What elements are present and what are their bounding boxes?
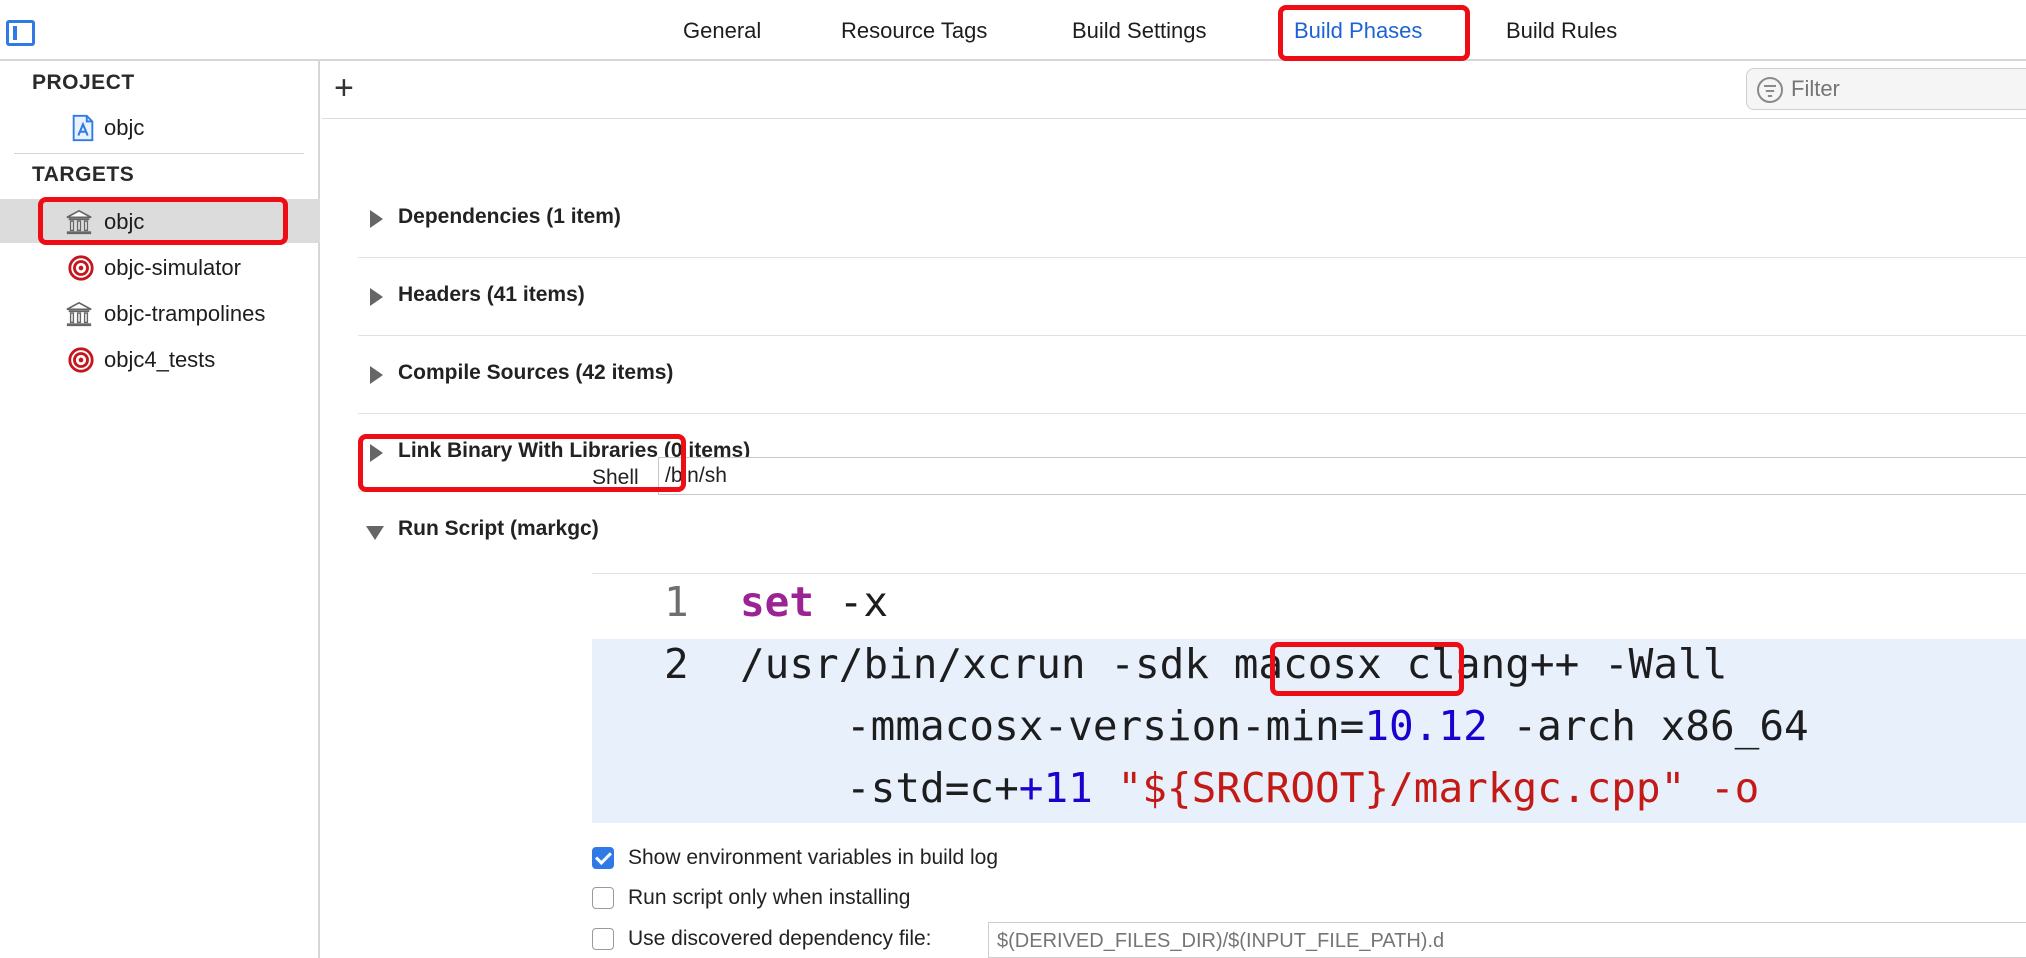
disclosure-triangle-icon[interactable] [370, 366, 383, 384]
code-string: " -o [1660, 764, 1760, 812]
sidebar-divider [14, 153, 304, 154]
code-text: -std=c+ [846, 764, 1019, 812]
code-number: +11 [1018, 764, 1093, 812]
phase-run-script[interactable]: Run Script (markgc) [358, 492, 2026, 570]
phases-toolbar: + [322, 61, 2026, 119]
code-text: -x [814, 578, 889, 626]
project-file-icon [72, 114, 94, 142]
project-section-header: PROJECT [32, 71, 135, 94]
phase-title: Dependencies (1 item) [398, 205, 621, 228]
disclosure-triangle-icon[interactable] [370, 210, 383, 228]
line-number: 2 [664, 640, 689, 688]
code-keyword: set [740, 578, 815, 626]
filter-icon [1757, 77, 1783, 103]
code-text: /usr/bin/xcrun -sdk [740, 640, 1234, 688]
disclosure-triangle-icon[interactable] [370, 288, 383, 306]
line-number: 1 [664, 578, 689, 626]
disclosure-triangle-icon[interactable] [370, 444, 383, 462]
sidebar-item-label: objc-simulator [104, 255, 241, 280]
tab-build-rules[interactable]: Build Rules [1506, 0, 1617, 61]
dependency-file-field[interactable] [988, 922, 2026, 958]
add-phase-button[interactable]: + [334, 69, 354, 108]
filter-field[interactable] [1746, 68, 2026, 110]
dependency-file-input[interactable] [997, 929, 1697, 953]
sidebar-item-label: objc4_tests [104, 347, 216, 372]
targets-section-header: TARGETS [32, 163, 135, 186]
checkbox-label: Show environment variables in build log [628, 846, 999, 869]
sidebar-item-label: objc-trampolines [104, 301, 266, 326]
dependency-file-checkbox[interactable] [592, 928, 614, 950]
shell-label: Shell [592, 466, 639, 489]
filter-input[interactable] [1791, 75, 2026, 103]
code-text: -arch x86_64 [1487, 702, 1809, 750]
code-string: /markgc.cpp [1389, 764, 1661, 812]
script-editor[interactable]: 1 set -x 2 /usr/bin/xcrun -sdk macosx cl… [592, 573, 2026, 823]
checkbox-label: Use discovered dependency file: [628, 927, 932, 950]
target-icon [68, 255, 94, 281]
phase-title: Headers (41 items) [398, 283, 585, 306]
code-string: "${SRCROOT} [1092, 764, 1390, 812]
phase-compile-sources[interactable]: Compile Sources (42 items) [358, 336, 2026, 414]
disclosure-triangle-expanded-icon[interactable] [366, 526, 384, 540]
build-phases-editor: + Dependencies (1 item) Headers (41 item… [322, 61, 2026, 958]
tab-general[interactable]: General [683, 0, 761, 61]
shell-input[interactable] [665, 463, 1265, 489]
sidebar-item-target-objc4-tests[interactable]: objc4_tests [0, 337, 320, 381]
checkbox-label: Run script only when installing [628, 886, 911, 909]
code-line-2-wrap-2: -std=c++11 "${SRCROOT}/markgc.cpp" -o [846, 764, 1759, 812]
sidebar-item-target-objc-simulator[interactable]: objc-simulator [0, 245, 320, 289]
code-line-2: /usr/bin/xcrun -sdk macosx clang++ -Wall [740, 640, 1727, 688]
code-line-1: set -x [740, 578, 888, 626]
library-icon [66, 301, 92, 327]
sidebar-item-target-objc[interactable]: objc [0, 199, 320, 243]
code-line-2-wrap-1: -mmacosx-version-min=10.12 -arch x86_64 [846, 702, 1809, 750]
run-only-installing-checkbox[interactable] [592, 887, 614, 909]
shell-field[interactable] [658, 457, 2026, 495]
code-text: -mmacosx-version-min= [846, 702, 1365, 750]
target-icon [68, 347, 94, 373]
sidebar-toggle-icon[interactable] [6, 20, 35, 46]
library-icon [66, 209, 92, 235]
tab-build-phases[interactable]: Build Phases [1294, 0, 1422, 61]
tab-build-settings[interactable]: Build Settings [1072, 0, 1207, 61]
show-env-vars-checkbox[interactable] [592, 847, 614, 869]
sidebar-item-label: objc [104, 115, 145, 140]
phase-dependencies[interactable]: Dependencies (1 item) [358, 180, 2026, 258]
tab-resource-tags[interactable]: Resource Tags [841, 0, 987, 61]
sidebar-item-label: objc [104, 209, 145, 234]
code-text: clang++ -Wall [1381, 640, 1728, 688]
code-number: 10.12 [1364, 702, 1488, 750]
editor-tab-bar: General Resource Tags Build Settings Bui… [0, 0, 2026, 61]
sidebar-item-project-objc[interactable]: objc [0, 105, 320, 149]
phase-headers[interactable]: Headers (41 items) [358, 258, 2026, 336]
project-navigator: PROJECT objc TARGETS objc objc-simulator [0, 61, 320, 958]
code-sdk-value: macosx [1233, 640, 1382, 688]
phase-title: Compile Sources (42 items) [398, 361, 674, 384]
phase-title: Run Script (markgc) [398, 517, 599, 540]
sidebar-item-target-objc-trampolines[interactable]: objc-trampolines [0, 291, 320, 335]
